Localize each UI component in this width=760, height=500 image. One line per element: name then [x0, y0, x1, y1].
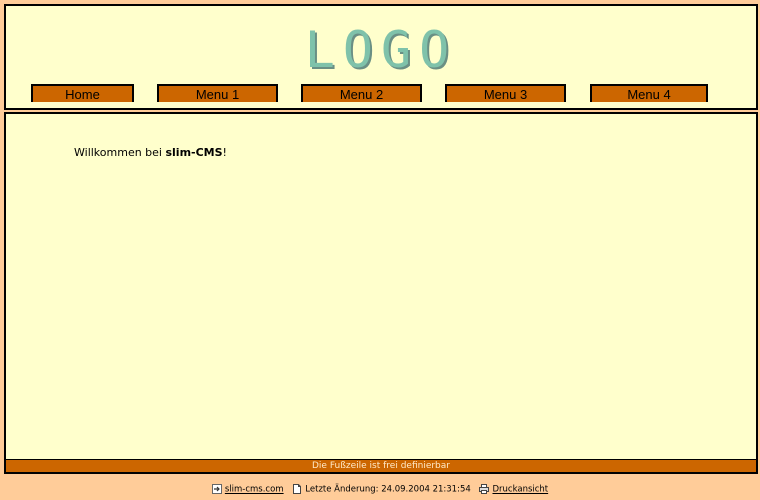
page-icon [293, 484, 302, 494]
bottom-info-bar: slim-cms.com Letzte Änderung: 24.09.2004… [0, 484, 760, 495]
site-link[interactable]: slim-cms.com [225, 485, 284, 495]
printer-icon [479, 484, 490, 494]
arrow-icon [211, 484, 222, 494]
welcome-prefix: Willkommen bei [74, 146, 166, 159]
welcome-suffix: ! [222, 146, 227, 159]
nav-tab-menu-1[interactable]: Menu 1 [157, 84, 278, 102]
nav-tab-menu-2[interactable]: Menu 2 [301, 84, 422, 102]
last-change-text: Letzte Änderung: 24.09.2004 21:31:54 [305, 484, 471, 495]
print-item[interactable]: Druckansicht [479, 484, 548, 495]
logo: LOGO [304, 21, 458, 79]
welcome-brand: slim-CMS [165, 146, 223, 159]
last-change-item: Letzte Änderung: 24.09.2004 21:31:54 [292, 484, 471, 495]
nav-tab-home[interactable]: Home [31, 84, 134, 102]
print-link[interactable]: Druckansicht [492, 485, 548, 495]
site-link-item[interactable]: slim-cms.com [211, 484, 284, 495]
main-content: Willkommen bei slim-CMS! [4, 112, 758, 461]
welcome-text: Willkommen bei slim-CMS! [74, 146, 227, 159]
nav-tab-menu-3[interactable]: Menu 3 [445, 84, 566, 102]
nav-tab-menu-4[interactable]: Menu 4 [590, 84, 708, 102]
footer-bar: Die Fußzeile ist frei definierbar [4, 459, 758, 474]
